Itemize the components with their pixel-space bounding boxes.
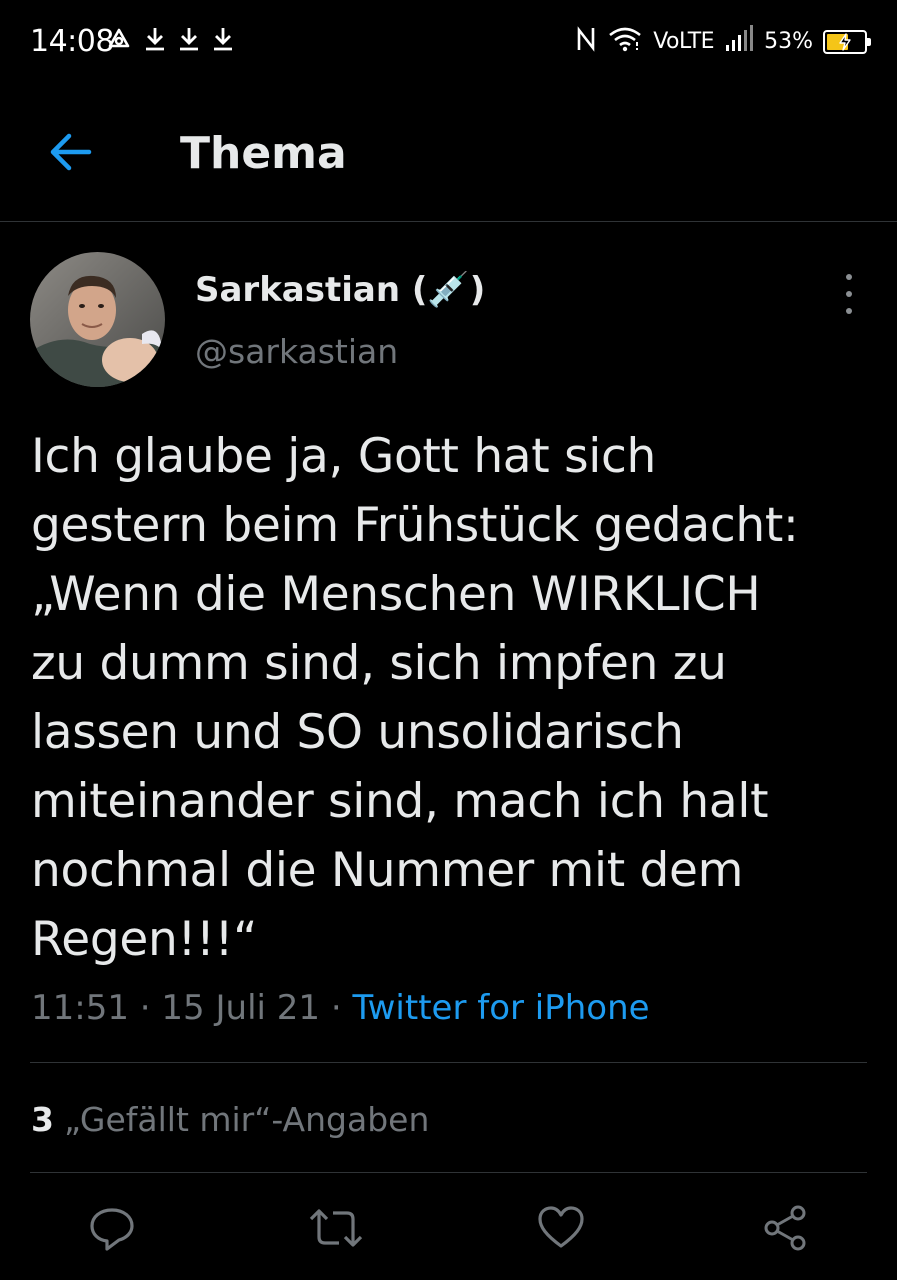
thread-header: Thema <box>0 84 897 222</box>
meta-separator: · <box>330 988 342 1028</box>
more-vertical-icon <box>846 308 852 314</box>
page-title: Thema <box>180 128 347 179</box>
battery-percent: 53% <box>764 29 813 54</box>
likes-row[interactable]: 3 „Gefällt mir“-Angaben <box>31 1100 429 1139</box>
tweet-meta: 11:51 · 15 Juli 21 · Twitter for iPhone <box>31 988 650 1028</box>
battery-icon <box>823 29 871 54</box>
sync-icon <box>104 24 134 59</box>
status-right-icons: VoLTE 53% <box>575 24 871 59</box>
more-options-button[interactable] <box>837 274 861 314</box>
signal-icon <box>724 25 754 58</box>
share-icon <box>760 1203 810 1258</box>
reply-button[interactable] <box>82 1200 142 1260</box>
status-bar: 14:08 VoLTE 53% <box>0 0 897 84</box>
more-vertical-icon <box>846 291 852 297</box>
retweet-icon <box>307 1203 365 1258</box>
divider <box>30 1172 867 1173</box>
likes-count: 3 <box>31 1100 54 1139</box>
tweet-actions <box>0 1200 897 1266</box>
author-handle[interactable]: @sarkastian <box>195 332 398 371</box>
share-button[interactable] <box>755 1200 815 1260</box>
meta-separator: · <box>139 988 151 1028</box>
tweet-date: 15 Juli 21 <box>161 988 321 1028</box>
heart-icon <box>536 1203 586 1258</box>
likes-label: „Gefällt mir“-Angaben <box>63 1100 430 1139</box>
nfc-icon <box>575 24 597 59</box>
arrow-left-icon <box>47 132 93 177</box>
tweet-source-link[interactable]: Twitter for iPhone <box>352 988 649 1028</box>
avatar[interactable] <box>30 252 165 387</box>
wifi-icon <box>607 24 643 59</box>
author-name[interactable]: Sarkastian (💉) <box>195 270 485 310</box>
status-left-icons <box>104 24 236 59</box>
network-label: VoLTE <box>653 29 715 54</box>
status-time: 14:08 <box>30 24 114 59</box>
retweet-button[interactable] <box>306 1200 366 1260</box>
back-button[interactable] <box>40 128 100 180</box>
like-button[interactable] <box>531 1200 591 1260</box>
tweet-text: Ich glaube ja, Gott hat sich gestern bei… <box>31 429 799 967</box>
divider <box>30 1062 867 1063</box>
reply-icon <box>87 1203 137 1258</box>
more-vertical-icon <box>846 274 852 280</box>
download-icon <box>210 24 236 59</box>
download-icon <box>176 24 202 59</box>
tweet-time: 11:51 <box>31 988 129 1028</box>
download-icon <box>142 24 168 59</box>
